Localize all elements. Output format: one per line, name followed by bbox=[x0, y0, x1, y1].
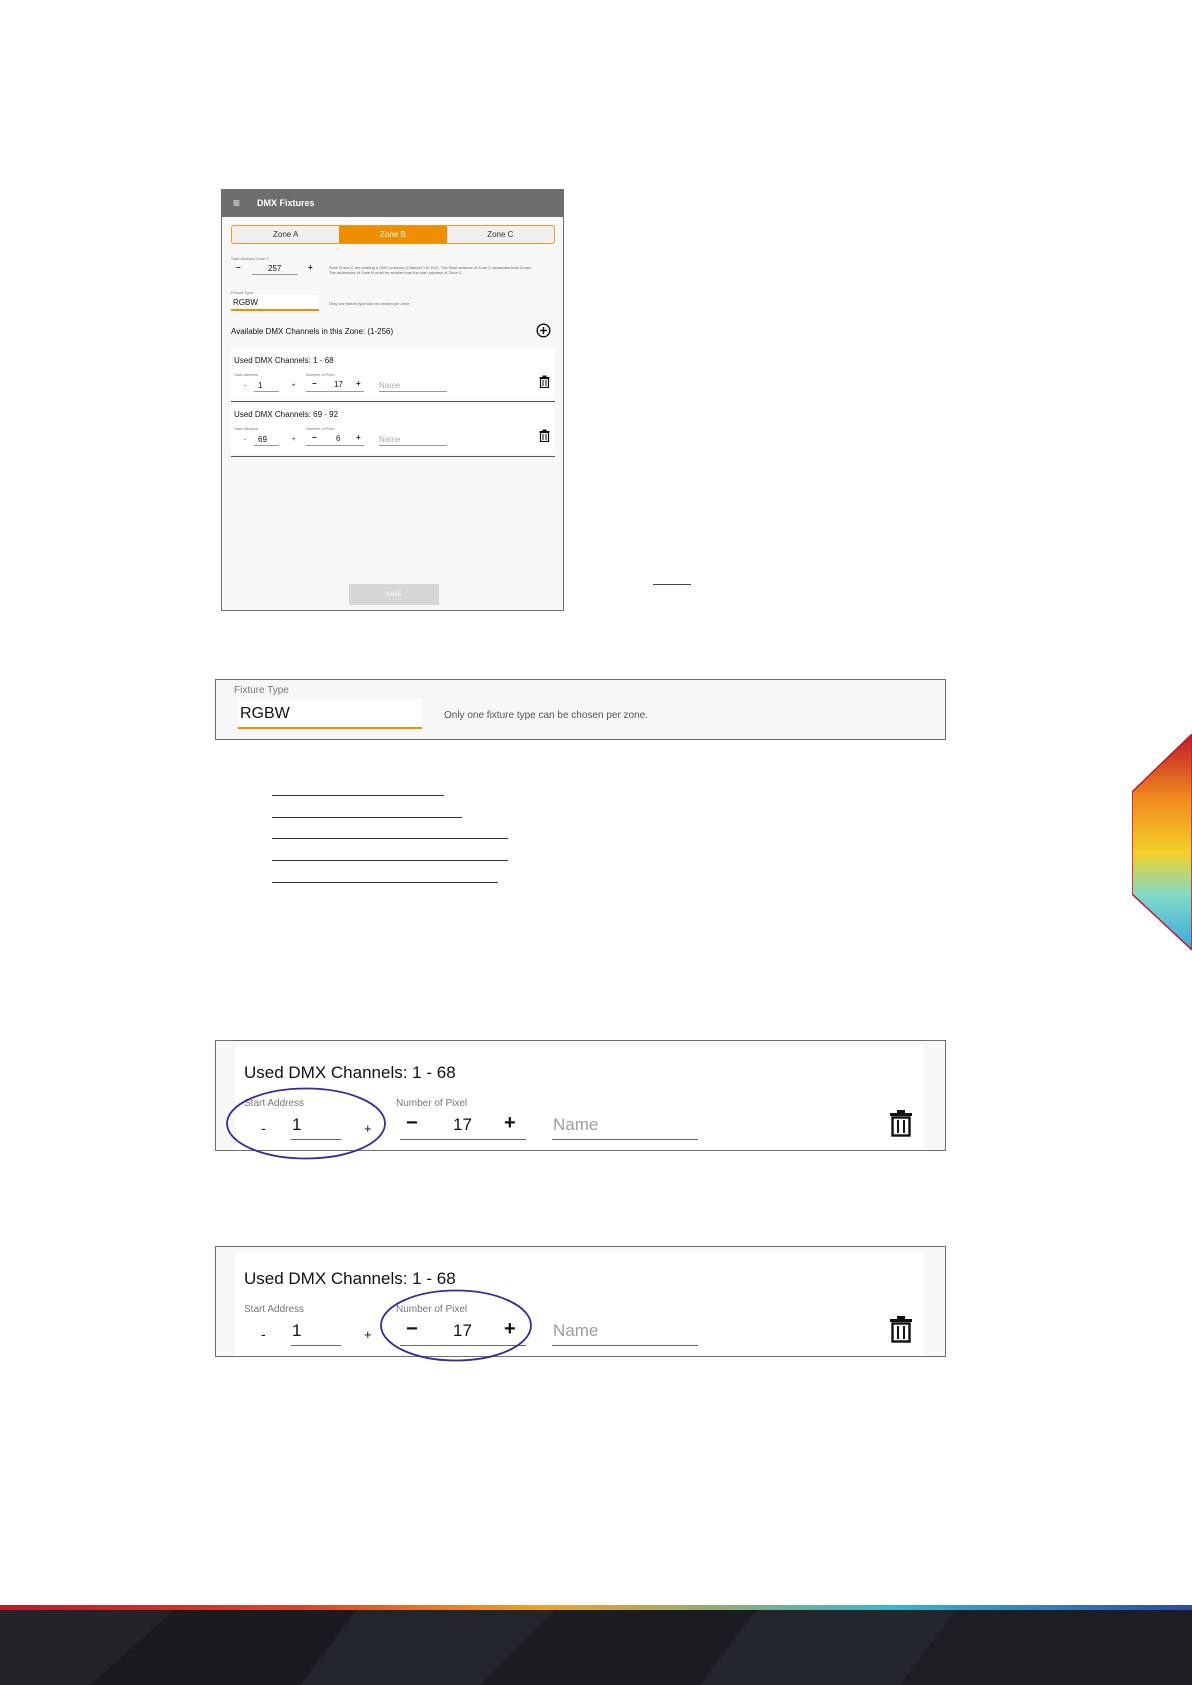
start-address-minus[interactable]: - bbox=[244, 437, 246, 443]
name-underline bbox=[552, 1139, 698, 1140]
fixture-type-value: RGBW bbox=[240, 705, 290, 722]
menu-icon[interactable]: ≡ bbox=[233, 196, 240, 210]
fixture-type-hint: Only one fixture type can be chosen per … bbox=[329, 301, 411, 306]
divider-line bbox=[653, 584, 691, 585]
save-button[interactable]: SAVE bbox=[349, 584, 439, 605]
entry-title: Used DMX Channels: 1 - 68 bbox=[244, 1269, 456, 1288]
pixel-plus[interactable]: + bbox=[356, 433, 361, 442]
zone-tabs: Zone A Zone B Zone C bbox=[231, 225, 555, 244]
footer-pattern bbox=[0, 1605, 1192, 1685]
trash-icon[interactable] bbox=[539, 429, 550, 442]
pixel-underline bbox=[306, 445, 364, 446]
entry-title: Used DMX Channels: 1 - 68 bbox=[234, 356, 334, 365]
app-bar: ≡ DMX Fixtures bbox=[222, 190, 563, 217]
start-address-zone-value[interactable]: 257 bbox=[268, 264, 281, 273]
trash-icon[interactable] bbox=[889, 1315, 913, 1343]
divider-line bbox=[272, 838, 508, 839]
divider-line bbox=[272, 860, 508, 861]
start-address-zone-minus[interactable]: − bbox=[236, 263, 241, 272]
start-address-zone-label: Start Address Zone C bbox=[231, 256, 270, 261]
start-address-minus[interactable]: - bbox=[261, 1326, 266, 1342]
trash-icon[interactable] bbox=[889, 1109, 913, 1137]
start-address-zone-underline bbox=[252, 274, 298, 275]
app-screenshot: ≡ DMX Fixtures Zone A Zone B Zone C Star… bbox=[221, 189, 564, 611]
add-circle-icon[interactable] bbox=[536, 323, 551, 338]
channel-detail-panel: Used DMX Channels: 1 - 68 Start Address … bbox=[215, 1246, 946, 1362]
start-address-value[interactable]: 1 bbox=[258, 381, 262, 390]
pixel-value[interactable]: 6 bbox=[336, 434, 340, 443]
pixel-value[interactable]: 17 bbox=[453, 1115, 472, 1135]
trash-icon[interactable] bbox=[539, 375, 550, 388]
start-address-label: Start Address bbox=[244, 1304, 305, 1315]
start-address-label: Start Address bbox=[234, 372, 259, 377]
fixture-type-underline bbox=[238, 727, 422, 729]
entry-divider bbox=[231, 456, 555, 457]
app-title: DMX Fixtures bbox=[257, 198, 315, 208]
tab-zone-a[interactable]: Zone A bbox=[232, 226, 339, 243]
pixel-label: Number of Pixel bbox=[306, 426, 335, 431]
name-underline bbox=[379, 391, 447, 392]
start-address-value[interactable]: 69 bbox=[258, 435, 267, 444]
pixel-value[interactable]: 17 bbox=[334, 380, 343, 389]
highlight-ellipse bbox=[226, 1087, 386, 1160]
available-channels-text: Available DMX Channels in this Zone: (1-… bbox=[231, 327, 394, 336]
name-input[interactable]: Name bbox=[553, 1115, 598, 1135]
hexagon-decoration bbox=[1132, 734, 1192, 950]
pixel-underline bbox=[306, 391, 364, 392]
pixel-minus[interactable]: − bbox=[312, 433, 317, 442]
divider-line bbox=[272, 882, 498, 883]
name-input[interactable]: Name bbox=[553, 1321, 598, 1341]
fixture-type-label: Fixture Type bbox=[234, 685, 289, 696]
start-address-underline bbox=[254, 391, 279, 392]
divider-line bbox=[272, 817, 462, 818]
channel-detail-panel: Used DMX Channels: 1 - 68 Start Address … bbox=[215, 1040, 946, 1160]
footer-color-stripe bbox=[0, 1605, 1192, 1610]
fixture-type-underline bbox=[231, 309, 319, 311]
pixel-minus[interactable]: − bbox=[406, 1112, 418, 1135]
start-address-minus[interactable]: - bbox=[244, 383, 246, 389]
start-address-underline bbox=[291, 1345, 341, 1346]
fixture-type-value: RGBW bbox=[233, 298, 258, 307]
start-address-value[interactable]: 1 bbox=[292, 1321, 301, 1341]
highlight-ellipse bbox=[380, 1289, 532, 1362]
pixel-underline bbox=[400, 1139, 526, 1140]
name-underline bbox=[379, 445, 447, 446]
pixel-plus[interactable]: + bbox=[356, 379, 361, 388]
start-address-zone-plus[interactable]: + bbox=[308, 263, 313, 272]
pixel-label: Number of Pixel bbox=[396, 1098, 468, 1109]
fixture-type-hint: Only one fixture type can be chosen per … bbox=[444, 710, 649, 721]
name-underline bbox=[552, 1345, 698, 1346]
start-address-underline bbox=[254, 445, 279, 446]
tab-zone-b[interactable]: Zone B bbox=[339, 226, 447, 243]
start-address-plus[interactable]: + bbox=[292, 383, 296, 389]
zone-info-line-2: The addresses of Zone B must be smaller … bbox=[329, 270, 463, 275]
entry-title: Used DMX Channels: 1 - 68 bbox=[244, 1063, 456, 1082]
tab-zone-c[interactable]: Zone C bbox=[447, 226, 554, 243]
page-footer bbox=[0, 1605, 1192, 1685]
pixel-label: Number of Pixel bbox=[306, 372, 335, 377]
start-address-plus[interactable]: + bbox=[364, 1327, 372, 1342]
name-input[interactable]: Name bbox=[379, 435, 400, 444]
fixture-type-panel: Fixture Type RGBW Only one fixture type … bbox=[215, 679, 946, 740]
entry-divider bbox=[231, 401, 555, 402]
start-address-plus[interactable]: + bbox=[292, 437, 296, 443]
name-input[interactable]: Name bbox=[379, 381, 400, 390]
pixel-minus[interactable]: − bbox=[312, 379, 317, 388]
pixel-plus[interactable]: + bbox=[504, 1112, 516, 1135]
divider-line bbox=[272, 795, 444, 796]
entry-title: Used DMX Channels: 69 - 92 bbox=[234, 410, 339, 419]
start-address-label: Start Address bbox=[234, 426, 259, 431]
